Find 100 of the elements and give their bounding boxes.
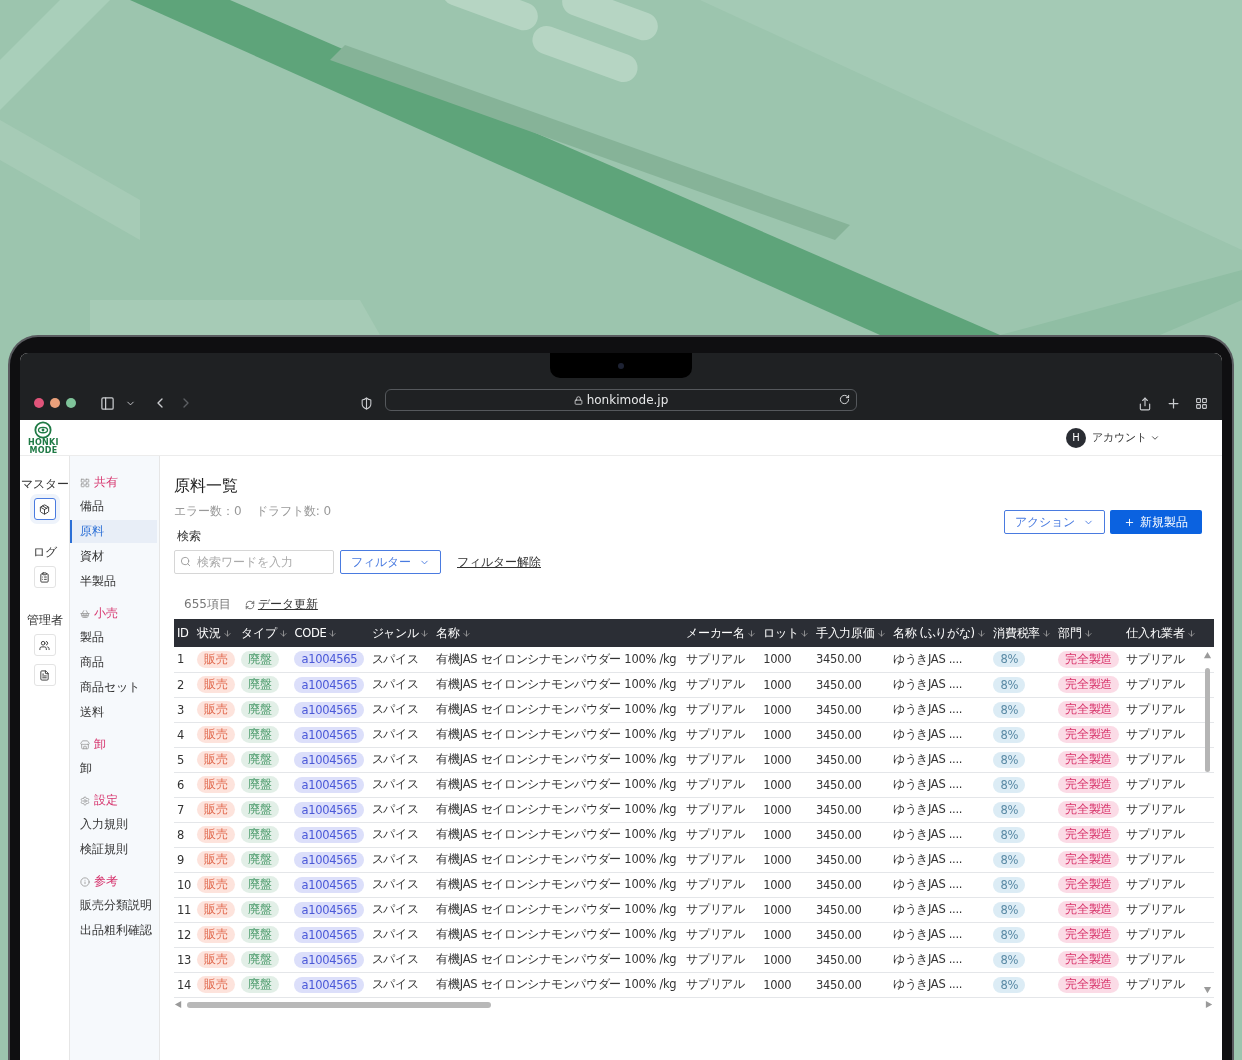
table-cell: 10 [177,877,192,892]
account-menu[interactable]: アカウント [1092,430,1160,445]
table-cell: 3450.00 [816,902,862,917]
package-icon [39,503,50,515]
table-cell: スパイス [371,827,419,841]
sort-icon[interactable] [1186,628,1196,638]
table-cell: 6 [177,777,185,792]
nav-item[interactable]: 商品セット [70,676,157,699]
tag: 販売 [197,851,235,868]
table-cell: 13 [177,952,192,967]
avatar[interactable]: H [1066,427,1086,448]
search-field[interactable]: 検索ワードを入力 [174,550,334,574]
table-cell: 1000 [763,752,792,767]
sort-icon[interactable] [800,628,810,638]
table-cell: サプリアル [686,727,745,741]
table-cell: スパイス [371,902,419,916]
tag: 完全製造 [1058,851,1120,868]
refresh-link[interactable]: データ更新 [257,596,318,613]
nav-item[interactable]: 検証規則 [70,838,157,861]
shield-icon[interactable] [360,396,373,410]
scroll-right-icon[interactable] [1205,1000,1214,1009]
sort-icon[interactable] [746,628,756,638]
table-cell: ゆうきJAS .... [892,827,963,841]
sort-icon[interactable] [328,628,338,638]
sort-icon[interactable] [222,628,232,638]
tag: a1004565 [294,651,365,668]
reload-icon[interactable] [839,394,850,405]
rail-label: ログ [32,544,57,560]
nav-item[interactable]: 商品 [70,651,157,674]
scroll-up-icon[interactable] [1203,651,1212,660]
nav-item[interactable]: 資材 [70,545,157,568]
sort-icon[interactable] [278,628,288,638]
tag: 販売 [197,951,235,968]
nav-item[interactable]: 原料 [70,520,157,543]
table-cell: サプリアル [686,651,745,666]
column-header[interactable]: 名称 [436,625,460,641]
nav-item[interactable]: 製品 [70,626,157,649]
sort-icon[interactable] [461,628,471,638]
sort-icon[interactable] [876,628,886,638]
table-cell: 3450.00 [816,727,862,742]
table-cell: 有機JAS セイロンシナモンパウダー 100% /kg [436,651,677,666]
table-cell: ゆうきJAS .... [892,651,963,666]
tag: 販売 [197,876,235,893]
zoom-button[interactable] [66,398,76,408]
table-cell: サプリアル [1126,777,1185,791]
sidebar-icon[interactable] [100,395,115,411]
scroll-left-icon[interactable] [174,1000,183,1009]
scrollbar-thumb[interactable] [187,1001,492,1008]
table-cell: 1000 [763,952,792,967]
nav-item[interactable]: 卸 [70,757,157,780]
clear-filter-link[interactable]: フィルター解除 [457,553,541,571]
table-cell: サプリアル [686,977,745,991]
nav-item[interactable]: 出品粗利確認 [70,919,157,942]
tag: 完全製造 [1058,926,1120,943]
tag: 完全製造 [1058,650,1120,668]
tag: 8% [993,851,1026,868]
group-title: 卸 [94,736,106,753]
table-cell: 1000 [763,927,792,942]
share-icon[interactable] [1138,396,1152,411]
table-cell: スパイス [371,927,419,941]
tabs-overview-icon[interactable] [1195,397,1208,410]
new-product-button[interactable]: 新規製品 [1110,510,1202,534]
tag: 完全製造 [1058,726,1120,743]
table-cell: 有機JAS セイロンシナモンパウダー 100% /kg [436,727,677,741]
tag: 廃盤 [241,676,279,693]
filter-dropdown[interactable]: フィルター [340,550,441,574]
table-cell: 4 [177,727,185,742]
lock-icon [573,395,583,405]
minimize-button[interactable] [50,398,60,408]
scrollbar-thumb[interactable] [1205,668,1210,772]
nav-item[interactable]: 半製品 [70,570,157,593]
table-cell: スパイス [371,952,419,966]
new-tab-icon[interactable] [1166,396,1181,411]
sort-icon[interactable] [976,628,986,638]
table-cell: 1000 [763,652,792,667]
nav-item[interactable]: 入力規則 [70,813,157,836]
sort-icon[interactable] [1042,628,1052,638]
rail-label: マスター [20,476,69,492]
tag: 完全製造 [1058,676,1120,693]
sort-icon[interactable] [1083,628,1093,638]
table-cell: サプリアル [686,827,745,841]
table-cell: 3450.00 [816,877,862,892]
column-header[interactable]: 部門 [1058,625,1082,641]
tag: 8% [993,976,1026,993]
table-cell: スパイス [371,651,419,666]
nav-item[interactable]: 送料 [70,701,157,724]
close-button[interactable] [34,398,44,408]
table-cell: サプリアル [686,677,745,691]
table-cell: スパイス [371,702,419,716]
table-cell: ゆうきJAS .... [892,977,963,991]
table-cell: サプリアル [686,902,745,916]
action-dropdown[interactable]: アクション [1004,510,1105,534]
table-cell: 3450.00 [816,652,862,667]
nav-item[interactable]: 備品 [70,495,157,518]
scroll-down-icon[interactable] [1203,985,1212,995]
table-cell: 3450.00 [816,702,862,717]
sort-icon[interactable] [420,628,430,638]
address-bar[interactable]: honkimode.jp [385,389,857,411]
table-cell: サプリアル [686,952,745,966]
nav-item[interactable]: 販売分類説明 [70,894,157,917]
